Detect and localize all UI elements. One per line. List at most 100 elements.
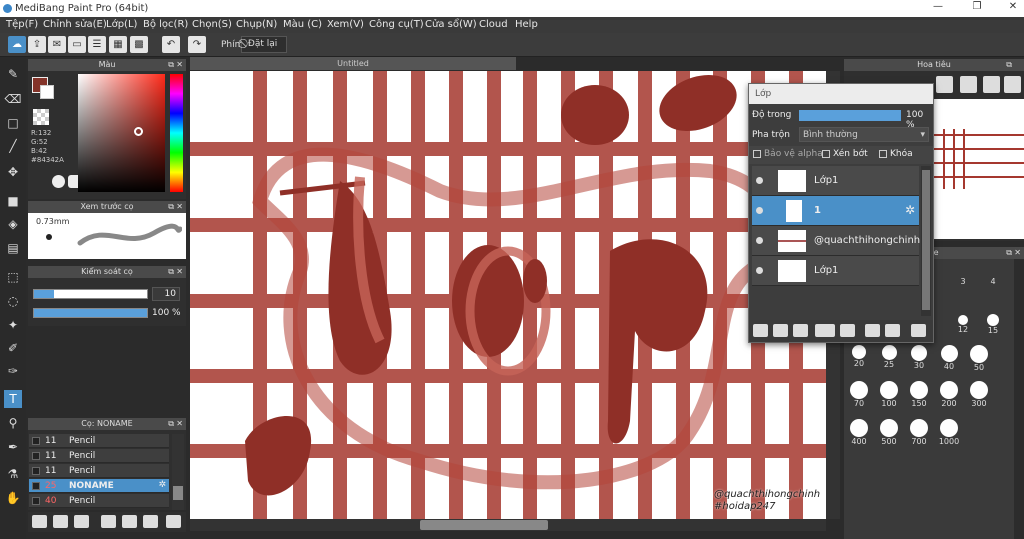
fill-rect-tool-icon[interactable]: ■ [4,192,22,210]
menu-tools[interactable]: Công cụ(T) [369,19,424,30]
layer-row[interactable]: Lớp1 [752,256,919,286]
grid-icon[interactable]: ▩ [130,36,148,53]
brush-size-4[interactable]: 4 [978,277,1008,313]
redo-icon[interactable]: ↷ [188,36,206,53]
brush-size-300[interactable]: 300 [964,381,994,417]
menu-file[interactable]: Tệp(F) [6,19,38,30]
transparent-color-swatch[interactable] [33,109,49,125]
eye-icon[interactable] [756,177,763,184]
dot-pen-icon[interactable]: ✒ [4,438,22,456]
close-icon[interactable]: ✕ [1014,247,1021,259]
menu-capture[interactable]: Chụp(N) [236,19,277,30]
menu-help[interactable]: Help [515,19,538,30]
brush-tool-icon[interactable]: ✎ [4,65,22,83]
popout-icon[interactable]: ⧉ [168,266,174,278]
minimize-button[interactable]: — [930,1,946,15]
maximize-button[interactable]: ❐ [969,1,985,15]
brush-size-400[interactable]: 400 [844,419,874,455]
line-tool-icon[interactable]: ╱ [4,137,22,155]
navigator-preview[interactable] [934,99,1024,239]
folder-icon[interactable] [122,515,137,528]
brush-size-25[interactable]: 25 [874,345,904,381]
eye-icon[interactable] [756,267,763,274]
list-item[interactable]: 11 Pencil [29,464,169,478]
menu-filter[interactable]: Bộ lọc(R) [143,19,188,30]
text-tool-icon[interactable]: T [4,390,22,408]
hue-slider[interactable] [170,74,183,192]
lasso-tool-icon[interactable]: ◌ [4,292,22,310]
gear-icon[interactable]: ✲ [905,203,915,217]
eye-icon[interactable] [756,237,763,244]
reset-view-icon[interactable] [1004,76,1021,93]
new-layer-icon[interactable] [753,324,768,337]
add-layer-menu-icon[interactable] [815,324,835,337]
brush-opacity-slider[interactable] [33,308,148,318]
brush-size-200[interactable]: 200 [934,381,964,417]
brush-size-12[interactable]: 12 [948,309,978,345]
protect-alpha-checkbox[interactable]: Bảo vệ alpha [753,149,823,159]
list-item[interactable]: 40 Pencil [29,494,169,508]
menu-edit[interactable]: Chỉnh sửa(E) [43,19,107,30]
blend-mode-select[interactable]: Bình thường ▾ [799,127,929,142]
undo-icon[interactable]: ↶ [162,36,180,53]
menu-select[interactable]: Chọn(S) [192,19,232,30]
eyedropper-icon[interactable]: ⚗ [4,465,22,483]
chat-icon[interactable]: ✉ [48,36,66,53]
list-item-selected[interactable]: 25 NONAME ✲ [29,479,169,493]
new-8bit-layer-icon[interactable] [793,324,808,337]
brush-size-100[interactable]: 100 [874,381,904,417]
canvas[interactable]: @quachthihongchinh #hoidap247 [190,71,826,519]
layer-scrollbar[interactable] [921,166,931,316]
upload-icon[interactable]: ⇪ [28,36,46,53]
secondary-color-swatch[interactable] [40,85,54,99]
brush-size-1000[interactable]: 1000 [934,419,964,455]
trash-icon[interactable] [166,515,181,528]
lock-checkbox[interactable]: Khóa [879,149,913,159]
popout-icon[interactable]: ⧉ [1006,247,1012,259]
eraser-tool-icon[interactable]: ⌫ [4,90,22,108]
saturation-value-picker[interactable] [78,74,165,192]
popout-icon[interactable]: ⧉ [168,201,174,213]
clip-checkbox[interactable]: Xén bớt [822,149,868,159]
menu-color[interactable]: Màu (C) [283,19,322,30]
cloud-icon[interactable]: ☁ [8,36,26,53]
layer-row-selected[interactable]: 1 ✲ [752,196,919,226]
brush-size-40[interactable]: 40 [934,345,964,381]
menu-window[interactable]: Cửa sổ(W) [425,19,477,30]
popout-icon[interactable]: ⧉ [168,418,174,430]
comment-icon[interactable]: ▭ [68,36,86,53]
menu-view[interactable]: Xem(V) [327,19,364,30]
layer-row[interactable]: @quachthihongchinh [752,226,920,256]
rotate-icon[interactable] [983,76,1000,93]
magic-wand-icon[interactable]: ✦ [4,316,22,334]
brush-size-30[interactable]: 30 [904,345,934,381]
reset-button[interactable]: ⃠ Đặt lại [241,36,287,53]
add-brush-icon[interactable] [32,515,47,528]
palette-icon[interactable] [52,175,65,188]
new-halftone-layer-icon[interactable] [773,324,788,337]
layer-opacity-slider[interactable] [799,110,901,121]
merge-layer-icon[interactable] [885,324,900,337]
brush-size-700[interactable]: 700 [904,419,934,455]
duplicate-icon[interactable] [143,515,158,528]
select-pen-icon[interactable]: ✐ [4,339,22,357]
brush-menu-icon[interactable] [74,515,89,528]
list-item[interactable]: 11 Pencil [29,434,169,448]
bucket-tool-icon[interactable]: ◈ [4,215,22,233]
brush-size-150[interactable]: 150 [904,381,934,417]
eye-icon[interactable] [756,207,763,214]
canvas-tab[interactable]: Untitled [190,57,516,70]
brush-size-20[interactable]: 20 [844,345,874,381]
new-brush-icon[interactable] [53,515,68,528]
comic-panel-icon[interactable]: ▦ [109,36,127,53]
close-button[interactable]: ✕ [1005,1,1021,15]
popout-icon[interactable]: ⧉ [168,59,174,71]
canvas-horizontal-scrollbar[interactable] [190,519,826,531]
rectangle-tool-icon[interactable]: □ [4,114,22,132]
duplicate-layer-icon[interactable] [865,324,880,337]
gear-icon[interactable]: ✲ [158,480,166,490]
document-icon[interactable]: ☰ [88,36,106,53]
zoom-in-icon[interactable] [936,76,953,93]
list-item[interactable]: 11 Pencil [29,449,169,463]
brush-size-15[interactable]: 15 [978,309,1008,345]
